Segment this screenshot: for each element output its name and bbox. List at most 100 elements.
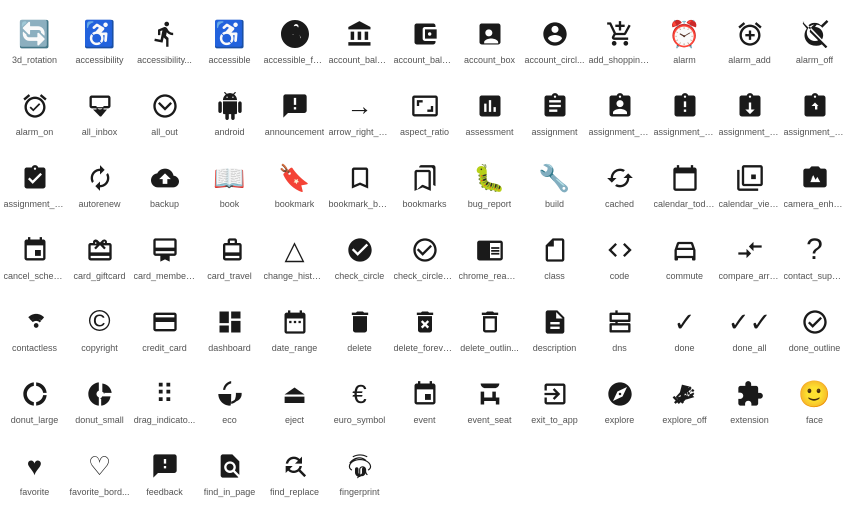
icon-label: account_box bbox=[464, 55, 515, 66]
icon-cell-bookmark_bord___[interactable]: bookmark_bord... bbox=[327, 148, 392, 220]
icon-label: account_circl... bbox=[524, 55, 584, 66]
icon-cell-calendar_toda___[interactable]: calendar_toda... bbox=[652, 148, 717, 220]
icon-cell-accessibility___[interactable]: accessibility... bbox=[132, 4, 197, 76]
icon-cell-fingerprint[interactable]: fingerprint bbox=[327, 436, 392, 508]
icon-cell-accessible[interactable]: ♿accessible bbox=[197, 4, 262, 76]
accessible-icon: ♿ bbox=[213, 16, 245, 52]
icon-cell-explore[interactable]: explore bbox=[587, 364, 652, 436]
icon-cell-dashboard[interactable]: dashboard bbox=[197, 292, 262, 364]
eject-icon: ⏏ bbox=[282, 376, 307, 412]
icon-cell-donut_small[interactable]: donut_small bbox=[67, 364, 132, 436]
icon-cell-card_travel[interactable]: card_travel bbox=[197, 220, 262, 292]
icon-cell-favorite_bord___[interactable]: ♡favorite_bord... bbox=[67, 436, 132, 508]
icon-cell-add_shopping___[interactable]: add_shopping... bbox=[587, 4, 652, 76]
icon-cell-event[interactable]: event bbox=[392, 364, 457, 436]
icon-cell-delete[interactable]: delete bbox=[327, 292, 392, 364]
icon-cell-donut_large[interactable]: donut_large bbox=[2, 364, 67, 436]
icon-cell-bookmarks[interactable]: bookmarks bbox=[392, 148, 457, 220]
icon-cell-autorenew[interactable]: autorenew bbox=[67, 148, 132, 220]
icon-label: all_out bbox=[151, 127, 178, 138]
icon-label: alarm_on bbox=[16, 127, 54, 138]
icon-cell-announcement[interactable]: announcement bbox=[262, 76, 327, 148]
icon-cell-done_all[interactable]: ✓✓done_all bbox=[717, 292, 782, 364]
icon-cell-favorite[interactable]: ♥favorite bbox=[2, 436, 67, 508]
icon-cell-accessible_fo___[interactable]: accessible_fo... bbox=[262, 4, 327, 76]
change_histor...-icon: △ bbox=[285, 232, 305, 268]
icon-cell-card_membersh___[interactable]: card_membersh... bbox=[132, 220, 197, 292]
icon-cell-alarm_add[interactable]: alarm_add bbox=[717, 4, 782, 76]
icon-cell-camera_enhanc___[interactable]: camera_enhanc... bbox=[782, 148, 847, 220]
icon-cell-alarm_on[interactable]: alarm_on bbox=[2, 76, 67, 148]
icon-cell-face[interactable]: 🙂face bbox=[782, 364, 847, 436]
icon-cell-find_replace[interactable]: find_replace bbox=[262, 436, 327, 508]
icon-cell-account_circl___[interactable]: account_circl... bbox=[522, 4, 587, 76]
icon-cell-description[interactable]: description bbox=[522, 292, 587, 364]
icon-cell-drag_indicato___[interactable]: ⠿drag_indicato... bbox=[132, 364, 197, 436]
icon-cell-change_histor___[interactable]: △change_histor... bbox=[262, 220, 327, 292]
icon-cell-alarm[interactable]: ⏰alarm bbox=[652, 4, 717, 76]
icon-cell-assignment_in___[interactable]: assignment_in... bbox=[587, 76, 652, 148]
icon-cell-assignment_tu___[interactable]: assignment_tu... bbox=[2, 148, 67, 220]
icon-cell-compare_arrow___[interactable]: compare_arrow... bbox=[717, 220, 782, 292]
icon-cell-check_circle[interactable]: check_circle bbox=[327, 220, 392, 292]
icon-cell-aspect_ratio[interactable]: aspect_ratio bbox=[392, 76, 457, 148]
icon-cell-find_in_page[interactable]: find_in_page bbox=[197, 436, 262, 508]
icon-cell-feedback[interactable]: feedback bbox=[132, 436, 197, 508]
icon-cell-done_outline[interactable]: done_outline bbox=[782, 292, 847, 364]
icon-cell-calendar_view___[interactable]: calendar_view... bbox=[717, 148, 782, 220]
icon-cell-all_out[interactable]: all_out bbox=[132, 76, 197, 148]
find_in_page-icon bbox=[216, 448, 244, 484]
icon-cell-card_giftcard[interactable]: card_giftcard bbox=[67, 220, 132, 292]
icon-cell-account_balan___[interactable]: account_balan... bbox=[392, 4, 457, 76]
icon-cell-extension[interactable]: extension bbox=[717, 364, 782, 436]
icon-cell-cancel_schedu___[interactable]: cancel_schedu... bbox=[2, 220, 67, 292]
icon-cell-accessibility[interactable]: ♿accessibility bbox=[67, 4, 132, 76]
icon-cell-eco[interactable]: eco bbox=[197, 364, 262, 436]
icon-cell-assessment[interactable]: assessment bbox=[457, 76, 522, 148]
icon-cell-account_balan___[interactable]: account_balan... bbox=[327, 4, 392, 76]
icon-label: add_shopping... bbox=[589, 55, 651, 66]
icon-cell-eject[interactable]: ⏏eject bbox=[262, 364, 327, 436]
icon-cell-contact_suppo___[interactable]: ?contact_suppo... bbox=[782, 220, 847, 292]
icon-label: assignment_re... bbox=[784, 127, 846, 138]
icon-cell-exit_to_app[interactable]: exit_to_app bbox=[522, 364, 587, 436]
description-icon bbox=[541, 304, 569, 340]
icon-cell-date_range[interactable]: date_range bbox=[262, 292, 327, 364]
icon-label: donut_small bbox=[75, 415, 124, 426]
icon-cell-explore_off[interactable]: explore_off bbox=[652, 364, 717, 436]
icon-cell-build[interactable]: 🔧build bbox=[522, 148, 587, 220]
icon-cell-3d_rotation[interactable]: 🔄3d_rotation bbox=[2, 4, 67, 76]
icon-cell-delete_foreve___[interactable]: delete_foreve... bbox=[392, 292, 457, 364]
icon-cell-assignment_re___[interactable]: assignment_re... bbox=[717, 76, 782, 148]
icon-cell-contactless[interactable]: contactless bbox=[2, 292, 67, 364]
icon-cell-done[interactable]: ✓done bbox=[652, 292, 717, 364]
icon-cell-assignment[interactable]: assignment bbox=[522, 76, 587, 148]
icon-cell-account_box[interactable]: account_box bbox=[457, 4, 522, 76]
icon-cell-code[interactable]: code bbox=[587, 220, 652, 292]
icon-cell-delete_outlin___[interactable]: delete_outlin... bbox=[457, 292, 522, 364]
icon-cell-euro_symbol[interactable]: €euro_symbol bbox=[327, 364, 392, 436]
icon-cell-alarm_off[interactable]: alarm_off bbox=[782, 4, 847, 76]
icon-label: card_membersh... bbox=[134, 271, 196, 282]
icon-cell-arrow_right_a___[interactable]: →arrow_right_a... bbox=[327, 76, 392, 148]
icon-cell-book[interactable]: 📖book bbox=[197, 148, 262, 220]
assignment_la...-icon bbox=[671, 88, 699, 124]
icon-cell-all_inbox[interactable]: all_inbox bbox=[67, 76, 132, 148]
icon-cell-copyright[interactable]: ©copyright bbox=[67, 292, 132, 364]
icon-cell-event_seat[interactable]: event_seat bbox=[457, 364, 522, 436]
icon-cell-bookmark[interactable]: 🔖bookmark bbox=[262, 148, 327, 220]
icon-cell-bug_report[interactable]: 🐛bug_report bbox=[457, 148, 522, 220]
icon-cell-assignment_re___[interactable]: assignment_re... bbox=[782, 76, 847, 148]
icon-cell-cached[interactable]: cached bbox=[587, 148, 652, 220]
icon-cell-class[interactable]: class bbox=[522, 220, 587, 292]
icon-cell-android[interactable]: android bbox=[197, 76, 262, 148]
compare_arrow...-icon bbox=[736, 232, 764, 268]
icon-cell-commute[interactable]: commute bbox=[652, 220, 717, 292]
dashboard-icon bbox=[216, 304, 244, 340]
icon-cell-backup[interactable]: backup bbox=[132, 148, 197, 220]
icon-cell-chrome_reader___[interactable]: chrome_reader... bbox=[457, 220, 522, 292]
icon-cell-check_circle____[interactable]: check_circle_... bbox=[392, 220, 457, 292]
icon-cell-dns[interactable]: dns bbox=[587, 292, 652, 364]
icon-cell-credit_card[interactable]: credit_card bbox=[132, 292, 197, 364]
icon-cell-assignment_la___[interactable]: assignment_la... bbox=[652, 76, 717, 148]
